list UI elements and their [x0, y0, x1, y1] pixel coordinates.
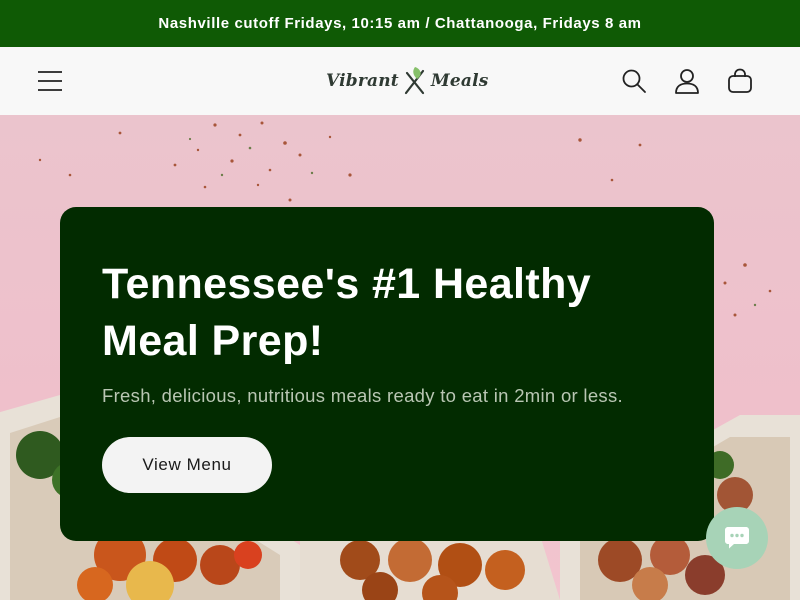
- logo-text-right: Meals: [430, 71, 489, 91]
- site-logo[interactable]: Vibrant Meals: [326, 61, 488, 101]
- logo-text-left: Vibrant: [326, 71, 399, 91]
- cart-icon: [728, 68, 752, 93]
- hero-title: Tennessee's #1 Healthy Meal Prep!: [102, 260, 592, 365]
- search-icon: [622, 69, 646, 93]
- menu-button[interactable]: [30, 61, 70, 101]
- chat-button[interactable]: [706, 507, 768, 569]
- cart-button[interactable]: [720, 61, 760, 101]
- site-header: Vibrant Meals: [0, 47, 800, 115]
- account-button[interactable]: [667, 61, 707, 101]
- announcement-text: Nashville cutoff Fridays, 10:15 am / Cha…: [158, 15, 642, 32]
- view-menu-button[interactable]: View Menu: [102, 437, 272, 493]
- hamburger-menu-icon: [38, 71, 62, 91]
- search-button[interactable]: [614, 61, 654, 101]
- hero-subtitle: Fresh, delicious, nutritious meals ready…: [102, 385, 623, 406]
- fork-knife-leaf-icon: [401, 65, 429, 97]
- user-icon: [675, 69, 699, 94]
- chat-bubble-icon: [725, 527, 749, 549]
- announcement-bar: Nashville cutoff Fridays, 10:15 am / Cha…: [0, 0, 800, 47]
